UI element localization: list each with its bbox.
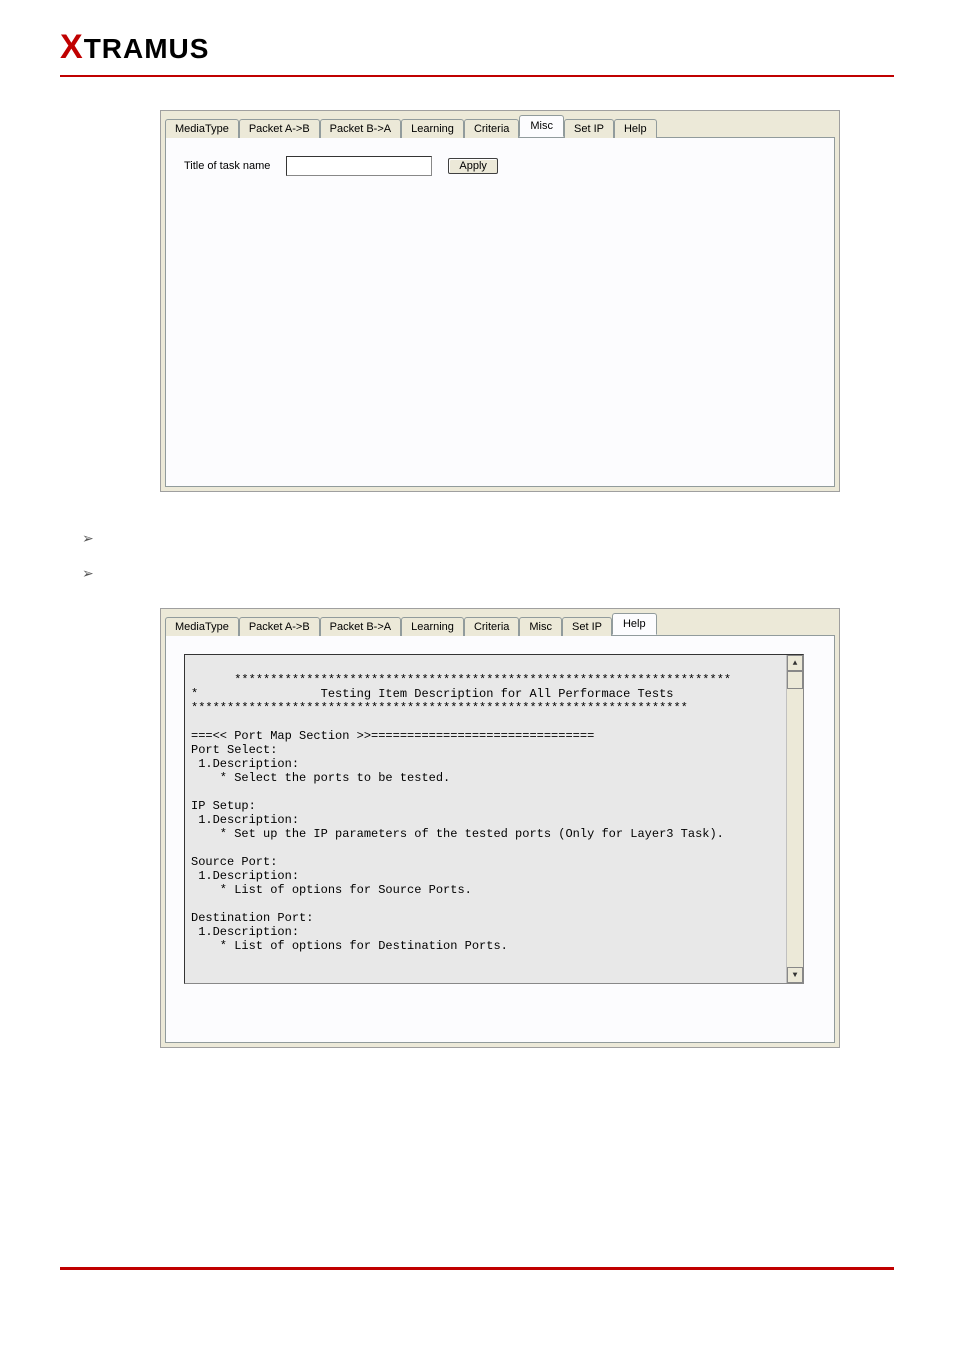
tab2-setip[interactable]: Set IP	[562, 617, 612, 636]
logo: XTRAMUS	[60, 33, 209, 64]
help-textarea[interactable]: ****************************************…	[184, 654, 804, 984]
tab2-misc[interactable]: Misc	[519, 617, 562, 636]
footer-divider	[60, 1267, 894, 1270]
tab2-packet-ab[interactable]: Packet A->B	[239, 617, 320, 636]
help-text-content: ****************************************…	[191, 673, 803, 953]
tabs-bar-1: MediaType Packet A->B Packet B->A Learni…	[161, 111, 839, 137]
tab2-packet-ba[interactable]: Packet B->A	[320, 617, 401, 636]
header-divider	[60, 75, 894, 77]
tabs-bar-2: MediaType Packet A->B Packet B->A Learni…	[161, 609, 839, 635]
title-row: Title of task name Apply	[184, 156, 816, 176]
misc-panel: MediaType Packet A->B Packet B->A Learni…	[160, 110, 840, 492]
tab-packet-ab[interactable]: Packet A->B	[239, 119, 320, 138]
bullet-list: ➢ ➢	[82, 530, 94, 600]
title-input[interactable]	[286, 156, 432, 176]
tab2-learning[interactable]: Learning	[401, 617, 464, 636]
tab-learning[interactable]: Learning	[401, 119, 464, 138]
misc-tab-content: Title of task name Apply	[165, 137, 835, 487]
tab-setip[interactable]: Set IP	[564, 119, 614, 138]
logo-x: X	[60, 28, 84, 66]
apply-button[interactable]: Apply	[448, 158, 498, 174]
tab-misc[interactable]: Misc	[519, 115, 564, 137]
bullet-1: ➢	[82, 530, 94, 547]
scroll-down-button[interactable]: ▼	[787, 967, 803, 983]
tab2-mediatype[interactable]: MediaType	[165, 617, 239, 636]
header-logo: XTRAMUS	[0, 0, 954, 67]
tab2-criteria[interactable]: Criteria	[464, 617, 519, 636]
tab-mediatype[interactable]: MediaType	[165, 119, 239, 138]
logo-rest: TRAMUS	[84, 33, 210, 64]
tab-help[interactable]: Help	[614, 119, 657, 138]
tab-packet-ba[interactable]: Packet B->A	[320, 119, 401, 138]
title-label: Title of task name	[184, 160, 270, 172]
bullet-2: ➢	[82, 565, 94, 582]
help-panel: MediaType Packet A->B Packet B->A Learni…	[160, 608, 840, 1048]
scroll-up-button[interactable]: ▲	[787, 655, 803, 671]
scrollbar[interactable]: ▲ ▼	[786, 655, 803, 983]
help-tab-content: ****************************************…	[165, 635, 835, 1043]
tab-criteria[interactable]: Criteria	[464, 119, 519, 138]
scroll-thumb[interactable]	[787, 671, 803, 689]
tab2-help[interactable]: Help	[612, 613, 657, 635]
